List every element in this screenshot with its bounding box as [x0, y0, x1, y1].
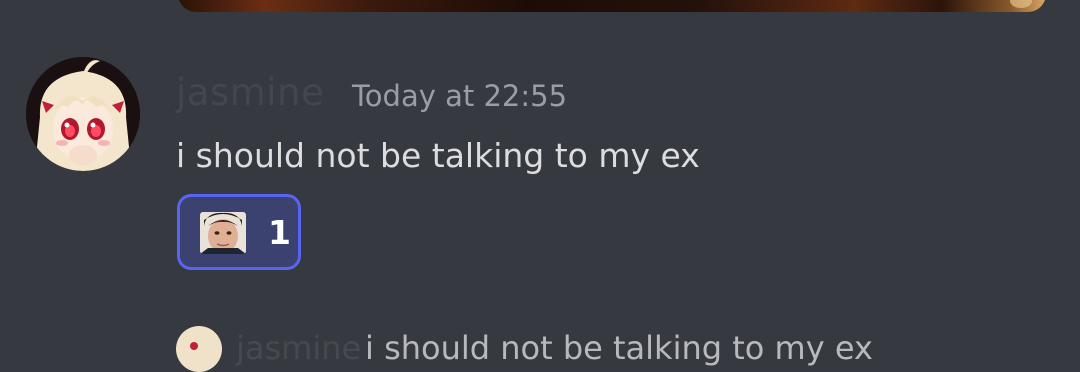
- attached-image[interactable]: [178, 0, 1046, 12]
- message-text: i should not be talking to my ex: [176, 136, 700, 175]
- reaction-count: 1: [268, 213, 291, 252]
- next-message-preview[interactable]: jasmine i should not be talking to my ex: [0, 322, 1080, 372]
- message-timestamp: Today at 22:55: [352, 79, 568, 113]
- avatar[interactable]: [176, 326, 222, 372]
- avatar[interactable]: [26, 57, 140, 171]
- anime-avatar-icon: [26, 57, 140, 171]
- message-author[interactable]: jasmine: [176, 69, 324, 117]
- reaction-button[interactable]: 1: [177, 194, 301, 270]
- face-emoji-icon: [200, 212, 246, 254]
- next-message-author[interactable]: jasmine: [236, 328, 361, 368]
- next-message-text: i should not be talking to my ex: [365, 329, 873, 367]
